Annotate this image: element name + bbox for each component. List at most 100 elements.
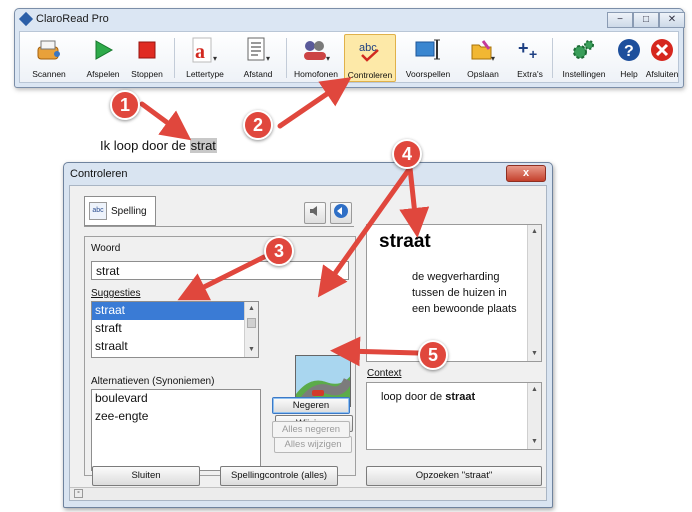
help-icon: ?: [614, 36, 644, 64]
scroll-thumb[interactable]: [247, 318, 256, 328]
scroll-up-icon[interactable]: ▲: [245, 302, 258, 316]
svg-text:▾: ▾: [213, 54, 217, 63]
suggestions-list[interactable]: straat straft straalt ▲ ▼: [91, 301, 259, 358]
replace-all-button[interactable]: Alles wijzigen: [274, 436, 352, 453]
spelling-tab-icon: abc: [89, 202, 107, 220]
suggestions-scrollbar[interactable]: ▲ ▼: [244, 302, 258, 357]
resize-grip-icon[interactable]: ∘: [74, 489, 83, 498]
definition-text: de wegverharding tussen de huizen in een…: [412, 271, 517, 315]
extras-icon: + +: [515, 36, 545, 64]
scanner-icon: [34, 36, 64, 64]
context-word: straat: [445, 391, 476, 403]
settings-icon: [569, 36, 599, 64]
scan-button[interactable]: Scannen: [26, 34, 72, 82]
context-text: loop door de straat: [381, 391, 475, 403]
scan-label: Scannen: [32, 69, 66, 79]
stop-icon: [132, 36, 162, 64]
speak-button[interactable]: [304, 202, 326, 224]
speaker-icon: [308, 204, 322, 223]
scroll-up-icon[interactable]: ▲: [528, 225, 541, 239]
dialog-close-button[interactable]: x: [506, 165, 546, 182]
scroll-up-icon[interactable]: ▲: [528, 383, 541, 397]
claroread-toolbar-window: ClaroRead Pro − □ ✕ Scannen Afspelen Sto…: [14, 8, 685, 88]
font-label: Lettertype: [186, 69, 224, 79]
step-badge-5: 5: [418, 340, 448, 370]
exit-button[interactable]: Afsluiten: [646, 34, 678, 82]
svg-text:a: a: [195, 41, 205, 63]
exit-label: Afsluiten: [645, 69, 679, 79]
dialog-body: abc Spelling Woord strat Suggesties stra…: [69, 185, 547, 501]
step-badge-2: 2: [243, 110, 273, 140]
spacing-button[interactable]: ▾ Afstand: [234, 34, 282, 82]
save-label: Opslaan: [467, 69, 499, 79]
highlighted-misspelled-word[interactable]: strat: [189, 138, 217, 153]
check-spelling-label: Controleren: [347, 70, 393, 80]
settings-button[interactable]: Instellingen: [556, 34, 612, 82]
arrow-2: [277, 77, 352, 129]
check-spelling-button[interactable]: abc Controleren: [344, 34, 396, 82]
list-item[interactable]: straft: [92, 320, 258, 338]
list-item[interactable]: boulevard: [92, 390, 260, 408]
window-controls: − □ ✕: [607, 12, 685, 28]
toolbar-window-title: ClaroRead Pro: [18, 11, 109, 27]
spellcheck-dialog: Controleren x abc Spelling Woord strat S…: [63, 162, 553, 508]
extras-label: Extra's: [517, 69, 543, 79]
arrow-1: [139, 101, 192, 141]
prediction-icon: [413, 36, 443, 64]
font-button[interactable]: a ▾ Lettertype: [180, 34, 230, 82]
stop-label: Stoppen: [131, 69, 163, 79]
ignore-button[interactable]: Negeren: [272, 397, 350, 414]
svg-text:▾: ▾: [326, 54, 330, 63]
play-label: Afspelen: [86, 69, 120, 79]
context-before: loop door de: [381, 391, 446, 403]
homophones-button[interactable]: ▾ Homofonen: [290, 34, 342, 82]
tab-spelling[interactable]: abc Spelling: [84, 196, 156, 226]
scroll-down-icon[interactable]: ▼: [528, 435, 541, 449]
spacing-label: Afstand: [243, 69, 273, 79]
context-scrollbar[interactable]: ▲ ▼: [527, 383, 541, 449]
homophones-icon: ▾: [301, 36, 331, 64]
document-sentence: Ik loop door de strat: [100, 138, 217, 153]
close-dialog-button[interactable]: Sluiten: [92, 466, 200, 486]
lookup-button[interactable]: [330, 202, 352, 224]
help-label: Help: [620, 69, 638, 79]
homophones-label: Homofonen: [294, 69, 338, 79]
svg-text:?: ?: [624, 43, 634, 60]
suggestions-label: Suggesties: [91, 288, 141, 299]
toolbar-separator: [552, 38, 553, 78]
back-arrow-icon: [333, 203, 349, 224]
play-icon: [88, 36, 118, 64]
ignore-all-button[interactable]: Alles negeren: [272, 421, 350, 438]
woord-label: Woord: [91, 243, 121, 254]
definition-panel: straat de wegverharding tussen de huizen…: [366, 224, 542, 362]
scroll-down-icon[interactable]: ▼: [245, 343, 258, 357]
lookup-word-button[interactable]: Opzoeken "straat": [366, 466, 542, 486]
maximize-icon[interactable]: □: [633, 12, 659, 28]
list-item[interactable]: straalt: [92, 338, 258, 356]
tab-divider: [84, 226, 354, 227]
font-icon: a ▾: [190, 36, 220, 64]
save-button[interactable]: ▾ Opslaan: [460, 34, 506, 82]
toolbar-ribbon: Scannen Afspelen Stoppen a▾ Lettertype: [19, 31, 679, 83]
scroll-down-icon[interactable]: ▼: [528, 347, 541, 361]
list-item[interactable]: zee-engte: [92, 408, 260, 426]
svg-text:▾: ▾: [491, 54, 495, 63]
word-input[interactable]: strat: [91, 261, 349, 280]
document-text-before: Ik loop door de: [100, 138, 190, 153]
exit-icon: [647, 36, 677, 64]
dialog-statusbar: ∘: [70, 487, 546, 500]
definition-scrollbar[interactable]: ▲ ▼: [527, 225, 541, 361]
save-icon: ▾: [468, 36, 498, 64]
minimize-icon[interactable]: −: [607, 12, 633, 28]
help-button[interactable]: ? Help: [614, 34, 644, 82]
alternatives-list[interactable]: boulevard zee-engte: [91, 389, 261, 471]
alternatives-label: Alternatieven (Synoniemen): [91, 376, 215, 387]
close-icon[interactable]: ✕: [659, 12, 685, 28]
prediction-button[interactable]: Voorspellen: [400, 34, 456, 82]
spellcheck-all-button[interactable]: Spellingcontrole (alles): [220, 466, 338, 486]
play-button[interactable]: Afspelen: [82, 34, 124, 82]
extras-button[interactable]: + + Extra's: [510, 34, 550, 82]
stop-button[interactable]: Stoppen: [126, 34, 168, 82]
list-item[interactable]: straat: [92, 302, 258, 320]
step-badge-4: 4: [392, 139, 422, 169]
